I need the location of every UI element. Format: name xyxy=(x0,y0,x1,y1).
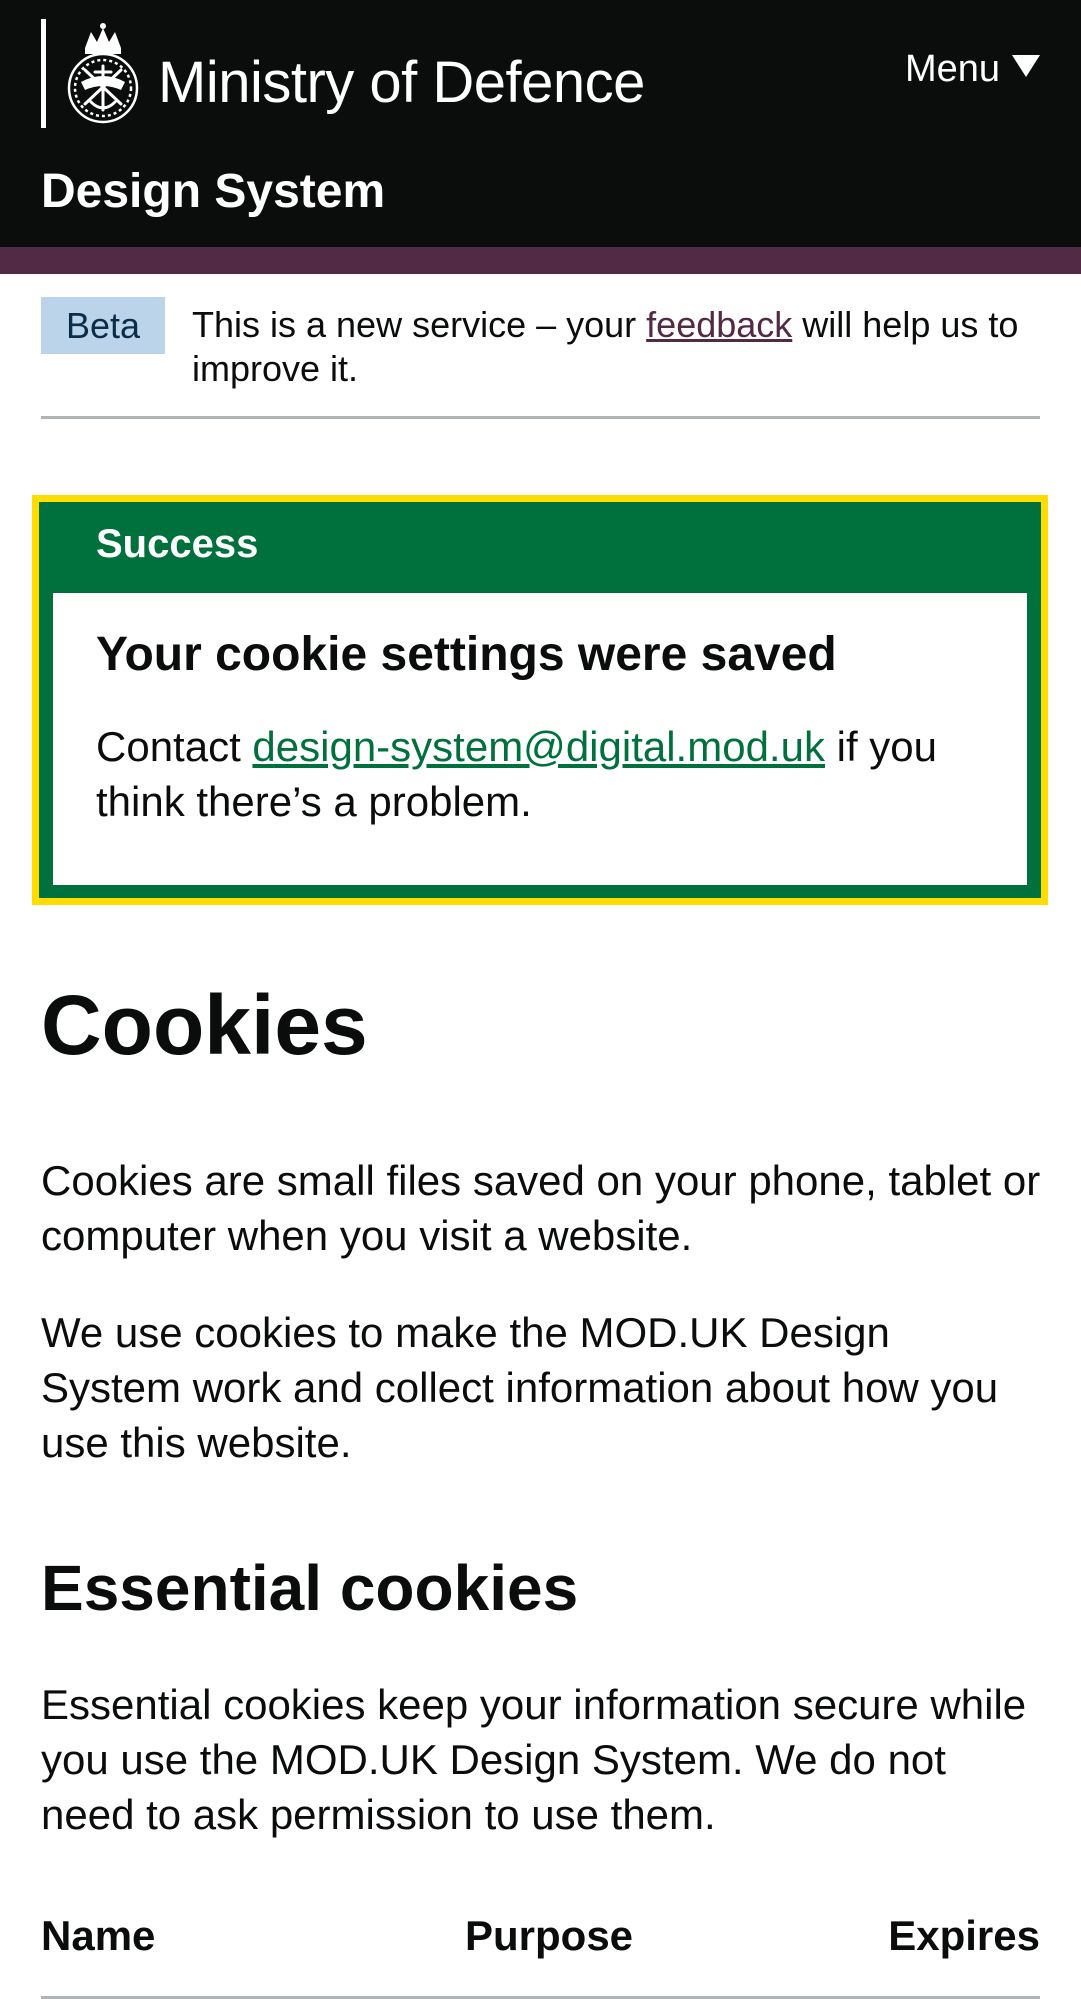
notification-content: Your cookie settings were saved Contact … xyxy=(53,593,1027,885)
header-accent-bar xyxy=(0,247,1081,274)
feedback-link[interactable]: feedback xyxy=(646,304,792,345)
notification-title: Success xyxy=(96,522,259,566)
essential-cookies-heading: Essential cookies xyxy=(41,1552,579,1624)
site-header: Ministry of Defence Menu Design System xyxy=(0,0,1081,247)
notification-text: Contact design-system@digital.mod.uk if … xyxy=(96,719,996,829)
essential-cookies-table: Name Purpose Expires xyxy=(41,1904,1040,1999)
email-link[interactable]: design-system@digital.mod.uk xyxy=(252,723,825,770)
triangle-down-icon xyxy=(1012,55,1040,77)
table-header-expires: Expires xyxy=(888,1912,1040,1959)
intro-paragraph-2: We use cookies to make the MOD.UK Design… xyxy=(41,1309,999,1466)
logo-divider xyxy=(41,19,46,128)
phase-text-before: This is a new service – your xyxy=(192,304,647,345)
table-header-name: Name xyxy=(41,1912,156,1959)
notification-heading: Your cookie settings were saved xyxy=(96,628,837,681)
page-title: Cookies xyxy=(41,978,368,1072)
phase-banner-text: This is a new service – your feedback wi… xyxy=(192,303,1040,391)
table-header-purpose: Purpose xyxy=(465,1912,634,1959)
intro-paragraph-1: Cookies are small files saved on your ph… xyxy=(41,1157,1041,1259)
service-name[interactable]: Design System xyxy=(41,164,385,220)
organisation-name[interactable]: Ministry of Defence xyxy=(158,50,645,116)
menu-button[interactable]: Menu xyxy=(905,46,1040,92)
mod-crest-icon[interactable] xyxy=(63,18,143,130)
essential-cookies-paragraph: Essential cookies keep your information … xyxy=(41,1681,1027,1838)
success-notification: Success Your cookie settings were saved … xyxy=(32,495,1048,905)
menu-label: Menu xyxy=(904,48,1000,90)
phase-tag: Beta xyxy=(41,297,165,354)
notification-text-before: Contact xyxy=(96,723,253,770)
phase-banner: Beta This is a new service – your feedba… xyxy=(41,297,1040,419)
